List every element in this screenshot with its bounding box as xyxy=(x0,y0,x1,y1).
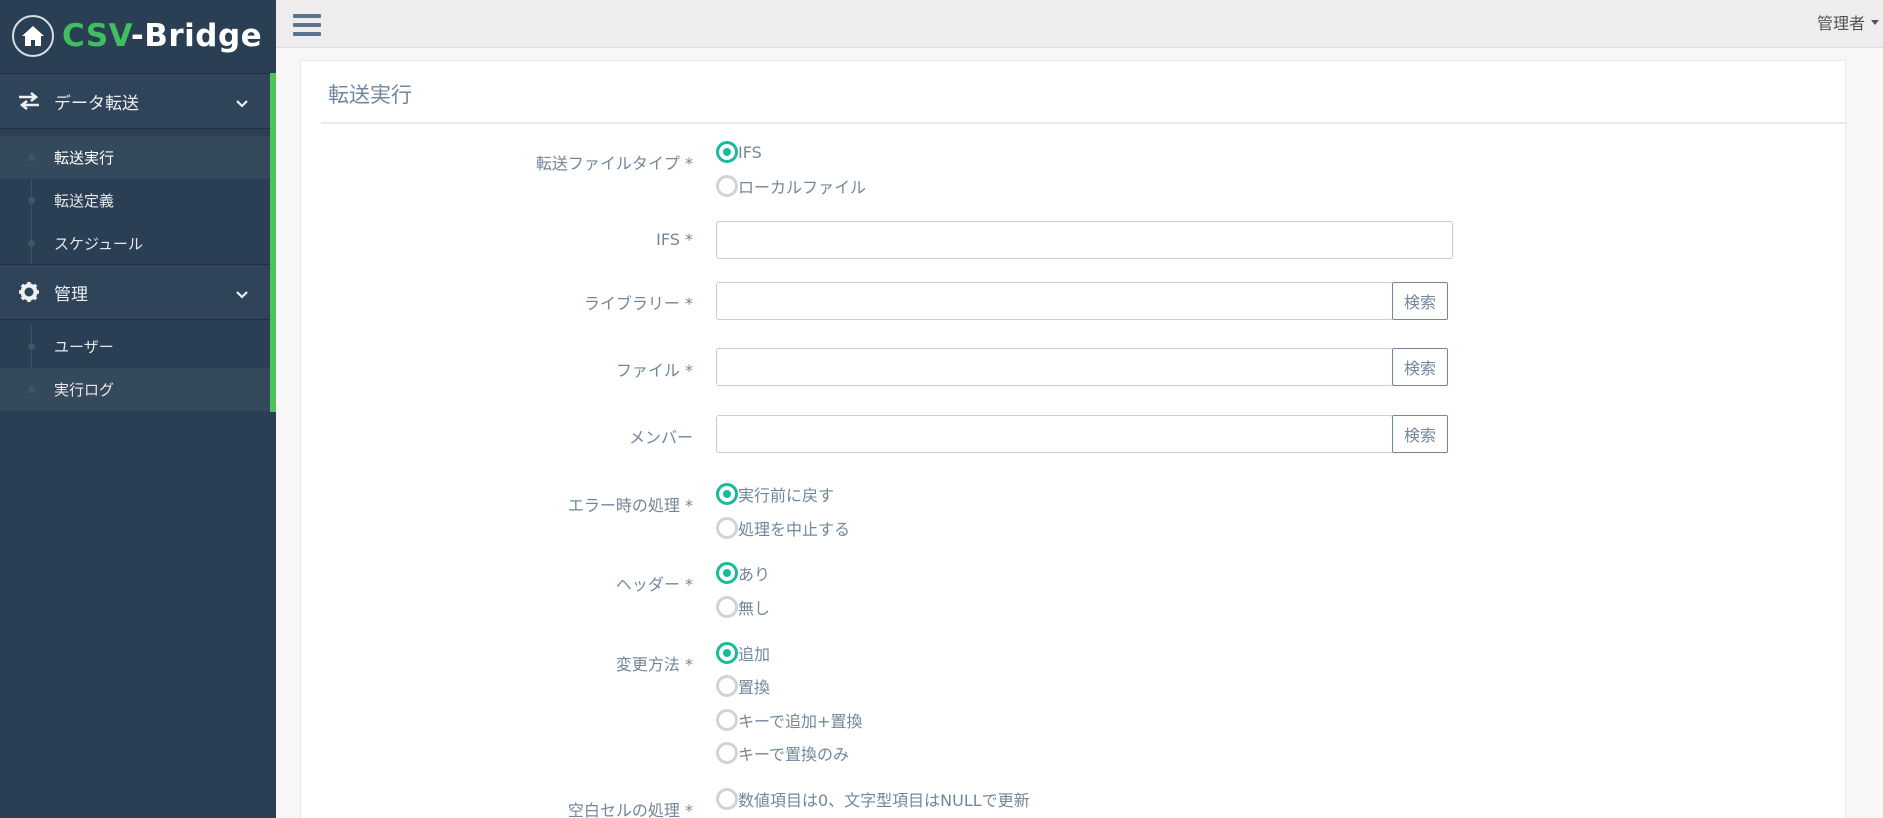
sidebar: CSV-Bridge データ転送 転送実行 転送定義 スケジュール 管理 ユーザ… xyxy=(0,0,276,818)
sidebar-item-transfer-run[interactable]: 転送実行 xyxy=(0,136,270,179)
radio-button[interactable] xyxy=(716,562,738,584)
member-label: メンバー xyxy=(628,428,693,447)
radio-button[interactable] xyxy=(716,483,738,505)
chevron-down-icon xyxy=(236,285,248,304)
file-label: ファイル * xyxy=(615,361,693,380)
sidebar-item-execution-log[interactable]: 実行ログ xyxy=(0,368,270,411)
file-type-option-ifs[interactable]: IFS xyxy=(716,141,762,163)
sidebar-item-schedule[interactable]: スケジュール xyxy=(0,222,270,265)
library-input[interactable] xyxy=(716,282,1393,320)
sidebar-item-users[interactable]: ユーザー xyxy=(0,325,270,368)
nav-group-admin[interactable]: 管理 xyxy=(0,264,270,320)
file-input[interactable] xyxy=(716,348,1393,386)
header-label: ヘッダー * xyxy=(615,575,693,594)
caret-down-icon xyxy=(1871,19,1879,25)
radio-button[interactable] xyxy=(716,642,738,664)
error-handling-option-abort[interactable]: 処理を中止する xyxy=(716,516,850,540)
chevron-down-icon xyxy=(236,94,248,113)
file-type-option-local[interactable]: ローカルファイル xyxy=(716,174,866,198)
header-option-no[interactable]: 無し xyxy=(716,595,770,619)
exchange-icon xyxy=(16,92,42,110)
nav-sublist-admin: ユーザー 実行ログ xyxy=(0,325,270,411)
user-menu[interactable]: 管理者 xyxy=(1817,10,1879,34)
user-name: 管理者 xyxy=(1816,14,1865,33)
library-search-button[interactable]: 検索 xyxy=(1392,282,1448,320)
title-divider xyxy=(321,122,1847,124)
member-search-button[interactable]: 検索 xyxy=(1392,415,1448,453)
gear-icon xyxy=(16,281,42,303)
blank-cell-option-zero-null[interactable]: 数値項目は0、文字型項目はNULLで更新 xyxy=(716,787,1030,811)
nav-sublist-data-transfer: 転送実行 転送定義 スケジュール xyxy=(0,136,270,265)
page-title: 転送実行 xyxy=(328,83,412,107)
error-handling-option-rollback[interactable]: 実行前に戻す xyxy=(716,482,834,506)
active-section-indicator xyxy=(270,73,276,412)
change-method-label: 変更方法 * xyxy=(615,655,693,674)
home-icon xyxy=(12,14,54,57)
library-label: ライブラリー * xyxy=(583,294,693,313)
radio-button[interactable] xyxy=(716,596,738,618)
change-method-option-key-add-replace[interactable]: キーで追加+置換 xyxy=(716,708,862,732)
radio-button[interactable] xyxy=(716,675,738,697)
brand-name: CSV-Bridge xyxy=(62,17,263,54)
radio-button[interactable] xyxy=(716,742,738,764)
error-handling-label: エラー時の処理 * xyxy=(567,496,693,515)
radio-button[interactable] xyxy=(716,175,738,197)
top-navbar: 管理者 xyxy=(276,0,1883,48)
header-option-yes[interactable]: あり xyxy=(716,561,770,585)
radio-button[interactable] xyxy=(716,141,738,163)
brand[interactable]: CSV-Bridge xyxy=(0,0,276,72)
sidebar-item-transfer-definition[interactable]: 転送定義 xyxy=(0,179,270,222)
ifs-input[interactable] xyxy=(716,221,1453,259)
blank-cell-label: 空白セルの処理 * xyxy=(567,801,693,818)
file-search-button[interactable]: 検索 xyxy=(1392,348,1448,386)
file-type-label: 転送ファイルタイプ * xyxy=(535,154,693,173)
change-method-option-replace[interactable]: 置換 xyxy=(716,674,770,698)
ifs-label: IFS * xyxy=(656,230,693,249)
nav-group-data-transfer[interactable]: データ転送 xyxy=(0,73,270,129)
radio-button[interactable] xyxy=(716,788,738,810)
member-input[interactable] xyxy=(716,415,1393,453)
nav-group-label: 管理 xyxy=(54,284,88,305)
nav-group-label: データ転送 xyxy=(54,93,139,114)
radio-button[interactable] xyxy=(716,709,738,731)
change-method-option-add[interactable]: 追加 xyxy=(716,641,770,665)
radio-button[interactable] xyxy=(716,517,738,539)
menu-toggle-icon[interactable] xyxy=(293,14,321,38)
change-method-option-key-replace-only[interactable]: キーで置換のみ xyxy=(716,741,849,765)
